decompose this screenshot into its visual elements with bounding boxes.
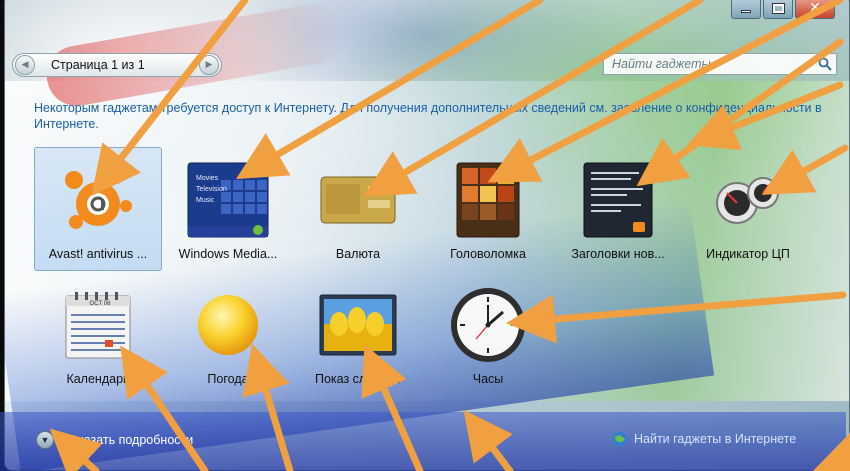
slideshow-icon [294, 280, 422, 370]
gadget-tile-clock[interactable]: Часы [424, 272, 552, 396]
gadget-label: Windows Media... [178, 247, 278, 261]
avast-icon [34, 155, 162, 245]
minimize-icon [741, 9, 751, 13]
gadget-tile-slideshow[interactable]: Показ слайдов [294, 272, 422, 396]
gadget-label: Показ слайдов [314, 372, 402, 386]
search-input[interactable] [604, 57, 814, 71]
maximize-icon [771, 2, 785, 14]
caption-buttons: ✕ [731, 0, 835, 19]
gadget-label: Погода [207, 372, 249, 386]
next-page-button[interactable]: ▶ [199, 55, 219, 75]
maximize-button[interactable] [763, 0, 793, 19]
gadget-tile-puzzle[interactable]: Головоломка [424, 147, 552, 271]
close-icon: ✕ [809, 0, 821, 16]
gadget-label: Индикатор ЦП [706, 247, 790, 261]
windows-media-center-icon [164, 155, 292, 245]
gadget-label: Avast! antivirus ... [48, 247, 148, 261]
gadget-tile-windows-media-center[interactable]: Movies Television Music Windows Media... [164, 147, 292, 271]
weather-sun-icon [164, 280, 292, 370]
gadget-label: Головоломка [450, 247, 526, 261]
gadget-tile-avast[interactable]: Avast! antivirus ... [34, 147, 162, 271]
show-details-label: Показать подробности [62, 433, 194, 447]
currency-icon [294, 155, 422, 245]
gadget-label: Заголовки нов... [571, 247, 665, 261]
news-headlines-icon [554, 155, 682, 245]
calendar-icon [34, 280, 162, 370]
puzzle-icon [424, 155, 552, 245]
minimize-button[interactable] [731, 0, 761, 19]
previous-page-button[interactable]: ◀ [15, 55, 35, 75]
gadget-tile-cpu-meter[interactable]: Индикатор ЦП [684, 147, 812, 271]
gadget-tile-weather[interactable]: Погода [164, 272, 292, 396]
gadget-tile-currency[interactable]: Валюта [294, 147, 422, 271]
gadget-tile-calendar[interactable]: OCT 06 Календарь [34, 272, 162, 396]
close-button[interactable]: ✕ [795, 0, 835, 19]
internet-access-notice[interactable]: Некоторым гаджетам требуется доступ к Ин… [34, 100, 824, 132]
page-navigator: ◀ Страница 1 из 1 ▶ [12, 53, 222, 77]
get-gadgets-online-link[interactable]: Найти гаджеты в Интернете [612, 431, 796, 447]
gadget-label: Календарь [66, 372, 130, 386]
gadget-label: Валюта [335, 247, 381, 261]
cpu-meter-icon [684, 155, 812, 245]
wmc-menu-text: Movies Television Music [196, 173, 227, 206]
gadget-label: Часы [472, 372, 504, 386]
gadget-tile-news-headlines[interactable]: Заголовки нов... [554, 147, 682, 271]
page-indicator: Страница 1 из 1 [51, 58, 145, 72]
clock-icon [424, 280, 552, 370]
search-icon[interactable] [814, 54, 836, 74]
get-gadgets-online-label: Найти гаджеты в Интернете [634, 432, 797, 446]
wmc-movies: Movies [196, 175, 219, 182]
wmc-television: Television [196, 186, 227, 193]
globe-icon [613, 432, 627, 446]
calendar-month: OCT 06 [89, 301, 111, 307]
chevron-down-icon: ▼ [36, 431, 54, 449]
chevron-right-icon: ▶ [205, 60, 213, 70]
show-details-toggle[interactable]: ▼ Показать подробности [36, 431, 193, 449]
search-box [603, 53, 837, 75]
chevron-left-icon: ◀ [21, 60, 29, 70]
wmc-music: Music [196, 197, 215, 204]
